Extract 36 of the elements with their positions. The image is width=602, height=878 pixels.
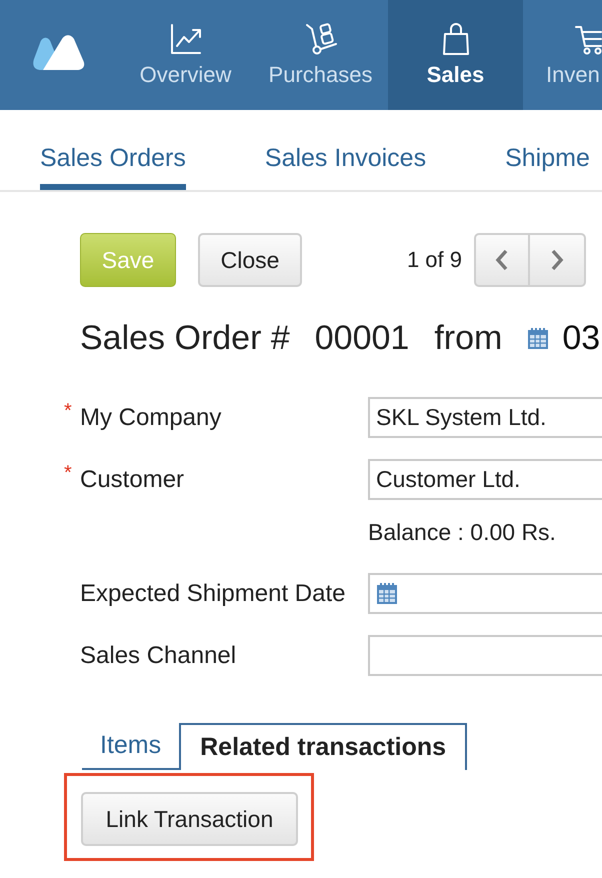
balance-text: Balance : 0.00 Rs. xyxy=(368,520,556,544)
record-counter: 1 of 9 xyxy=(406,247,462,273)
field-label: My Company xyxy=(80,404,222,432)
date-field[interactable] xyxy=(368,573,602,614)
close-button[interactable]: Close xyxy=(198,233,302,287)
previous-button[interactable] xyxy=(474,233,530,287)
required-mark: * xyxy=(64,462,73,482)
calendar-icon[interactable] xyxy=(527,326,550,350)
page-title: Sales Order # xyxy=(80,318,290,358)
calendar-icon[interactable] xyxy=(376,582,398,605)
next-button[interactable] xyxy=(530,233,586,287)
nav-tab[interactable]: Overview xyxy=(118,0,253,110)
line-chart-icon xyxy=(168,22,202,56)
sub-tab[interactable]: Sales Invoices xyxy=(264,110,426,190)
from-label: from xyxy=(434,318,502,358)
logo-icon[interactable] xyxy=(32,33,86,71)
chevron-right-icon xyxy=(549,248,565,272)
sub-tab[interactable]: Sales Orders xyxy=(40,110,186,190)
nav-tab[interactable]: Sales xyxy=(388,0,523,110)
input-field[interactable]: Customer Ltd. xyxy=(368,459,602,500)
hand-truck-icon xyxy=(304,22,338,56)
nav-tab[interactable]: Purchases xyxy=(253,0,388,110)
order-number: 00001 xyxy=(314,318,410,358)
field-label: Customer xyxy=(80,466,184,494)
required-mark: * xyxy=(64,400,73,420)
field-label: Sales Channel xyxy=(80,642,236,670)
input-field[interactable]: SKL System Ltd. xyxy=(368,397,602,438)
link-transaction-button[interactable]: Link Transaction xyxy=(81,792,298,846)
nav-tab[interactable]: Inven xyxy=(523,0,602,110)
input-field[interactable] xyxy=(368,635,602,676)
sub-tab[interactable]: Shipme xyxy=(505,110,590,190)
field-label: Expected Shipment Date xyxy=(80,580,346,608)
detail-tab[interactable]: Items xyxy=(82,723,180,770)
chevron-left-icon xyxy=(494,248,510,272)
order-date: 03 xyxy=(562,318,600,358)
detail-tab[interactable]: Related transactions xyxy=(179,723,468,770)
